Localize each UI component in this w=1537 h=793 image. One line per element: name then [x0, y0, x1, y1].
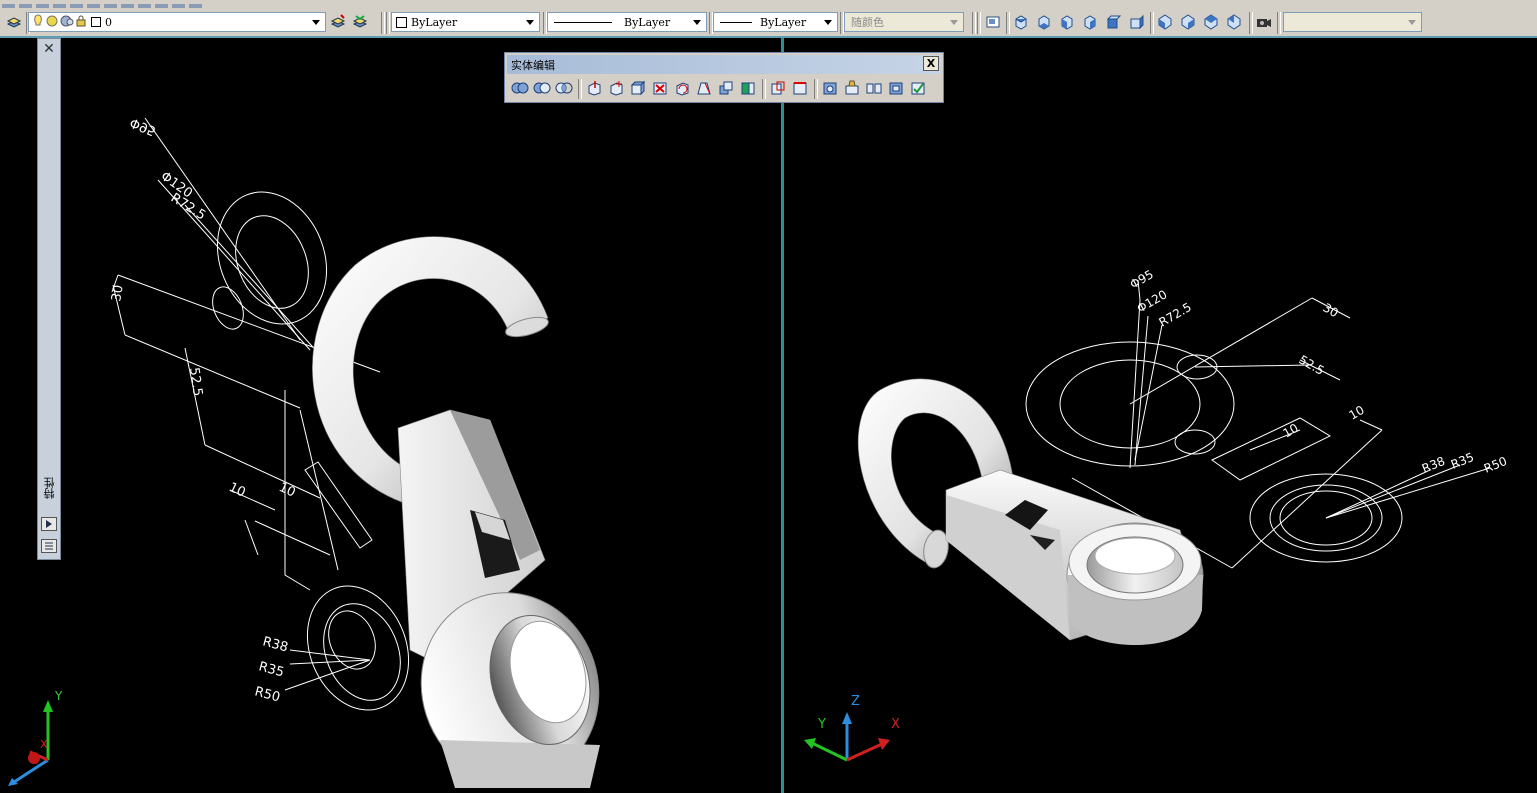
nw-isometric-icon[interactable] — [1225, 13, 1243, 31]
linetype-combo[interactable]: ByLayer — [547, 12, 707, 32]
ucs-y-label: Y — [817, 717, 826, 732]
chevron-down-icon[interactable] — [309, 15, 323, 29]
layer-manager-icon[interactable] — [5, 13, 23, 31]
ucs-z-label: Z — [851, 694, 860, 709]
dimension-label: R35 — [1449, 450, 1476, 472]
clean-icon[interactable] — [843, 79, 861, 97]
layer-combo[interactable]: 0 — [28, 12, 326, 32]
dimension-label: 10 — [1281, 421, 1301, 441]
ucs-x-label: X — [891, 717, 900, 732]
lineweight-combo-value: ByLayer — [760, 15, 807, 29]
linetype-sample — [554, 21, 612, 23]
dimension-label: Φ120 — [1135, 287, 1170, 315]
color-combo-value: ByLayer — [411, 15, 458, 29]
separate-icon[interactable] — [865, 79, 883, 97]
se-isometric-icon[interactable] — [1179, 13, 1197, 31]
toolbar-titlebar[interactable]: 实体编辑 X — [507, 55, 941, 74]
layers-properties-toolbar: 0 ByLayer ByLayer ByLayer 随颜色 — [0, 8, 1537, 38]
chevron-down-icon[interactable] — [690, 15, 704, 29]
left-viewport[interactable]: Φ95 Φ120 R72.5 30 52.5 10 10 R38 R35 R50 — [0, 38, 781, 793]
taper-faces-icon[interactable] — [695, 79, 713, 97]
properties-palette[interactable]: ✕ 特性 — [37, 38, 61, 560]
chevron-down-icon — [1405, 15, 1419, 29]
dimension-label: 52.5 — [1297, 352, 1327, 377]
right-hook-solid[interactable] — [857, 378, 1204, 645]
chevron-down-icon — [947, 15, 961, 29]
dimension-label: 10 — [1347, 403, 1367, 423]
left-ucs-icon: Y X — [8, 689, 63, 786]
top-view-icon[interactable] — [1012, 13, 1030, 31]
ne-isometric-icon[interactable] — [1202, 13, 1220, 31]
layer-freeze-icon — [46, 15, 58, 30]
ucs-x-label: X — [40, 738, 48, 751]
left-viewport-drawing: Φ95 Φ120 R72.5 30 52.5 10 10 R38 R35 R50 — [8, 114, 600, 788]
sw-isometric-icon[interactable] — [1156, 13, 1174, 31]
ucs-y-label: Y — [54, 689, 63, 703]
intersect-icon[interactable] — [555, 79, 573, 97]
auto-hide-icon[interactable] — [41, 517, 57, 531]
copy-edges-icon[interactable] — [769, 79, 787, 97]
subtract-icon[interactable] — [533, 79, 551, 97]
dimension-label: R38 — [261, 634, 290, 655]
dimension-label: 30 — [1321, 300, 1341, 320]
chevron-down-icon[interactable] — [523, 15, 537, 29]
left-view-icon[interactable] — [1058, 13, 1076, 31]
union-icon[interactable] — [511, 79, 529, 97]
layer-on-icon — [32, 13, 44, 31]
dimension-label: 10 — [276, 480, 297, 501]
left-wireframe — [111, 117, 410, 711]
imprint-icon[interactable] — [821, 79, 839, 97]
copy-faces-icon[interactable] — [717, 79, 735, 97]
right-ucs-icon: Z Y X — [804, 694, 900, 762]
offset-faces-icon[interactable] — [629, 79, 647, 97]
color-faces-icon[interactable] — [739, 79, 757, 97]
move-faces-icon[interactable] — [607, 79, 625, 97]
toolbar-title: 实体编辑 — [511, 59, 555, 72]
front-view-icon[interactable] — [1104, 13, 1122, 31]
check-icon[interactable] — [909, 79, 927, 97]
properties-menu-icon[interactable] — [41, 539, 57, 553]
dimension-label: R35 — [257, 659, 286, 680]
color-combo[interactable]: ByLayer — [391, 12, 540, 32]
dimension-label: R50 — [253, 684, 282, 705]
color-edges-icon[interactable] — [791, 79, 809, 97]
dimension-label: R50 — [1482, 454, 1509, 476]
shell-icon[interactable] — [887, 79, 905, 97]
layer-lock-icon — [76, 15, 88, 30]
plotstyle-combo-value: 随颜色 — [851, 16, 884, 29]
plotstyle-combo: 随颜色 — [844, 12, 964, 32]
delete-faces-icon[interactable] — [651, 79, 669, 97]
camera-icon[interactable] — [1255, 13, 1273, 31]
chevron-down-icon[interactable] — [821, 15, 835, 29]
dimension-label: 30 — [109, 284, 127, 303]
right-viewport[interactable]: Φ95 Φ120 R72.5 30 52.5 10 10 R38 R35 R50 — [784, 38, 1537, 793]
view-combo — [1283, 12, 1422, 32]
dimension-label: R72.5 — [1157, 300, 1194, 330]
lineweight-combo[interactable]: ByLayer — [713, 12, 838, 32]
layer-viewport-freeze-icon — [60, 15, 74, 30]
close-button[interactable]: X — [923, 56, 939, 71]
palette-title: 特性 — [43, 477, 56, 499]
dimension-label: Φ95 — [128, 114, 158, 138]
right-viewport-drawing: Φ95 Φ120 R72.5 30 52.5 10 10 R38 R35 R50 — [804, 267, 1509, 762]
dimension-label: Φ95 — [1128, 267, 1156, 291]
dimension-label: 10 — [226, 480, 247, 501]
dimension-label: R38 — [1420, 454, 1447, 476]
color-swatch — [396, 16, 407, 28]
layer-previous-icon[interactable] — [351, 13, 369, 31]
solid-edit-toolbar[interactable]: 实体编辑 X — [504, 52, 944, 103]
make-object-layer-current-icon[interactable] — [329, 13, 347, 31]
bottom-view-icon[interactable] — [1035, 13, 1053, 31]
linetype-combo-value: ByLayer — [624, 15, 671, 29]
close-icon[interactable]: ✕ — [41, 41, 57, 57]
dimension-label: 52.5 — [186, 366, 205, 397]
named-views-icon[interactable] — [984, 13, 1002, 31]
lineweight-sample — [720, 21, 752, 23]
back-view-icon[interactable] — [1127, 13, 1145, 31]
right-view-icon[interactable] — [1081, 13, 1099, 31]
rotate-faces-icon[interactable] — [673, 79, 691, 97]
extrude-faces-icon[interactable] — [585, 79, 603, 97]
layer-color-swatch — [91, 17, 101, 27]
current-layer-name: 0 — [105, 15, 112, 29]
